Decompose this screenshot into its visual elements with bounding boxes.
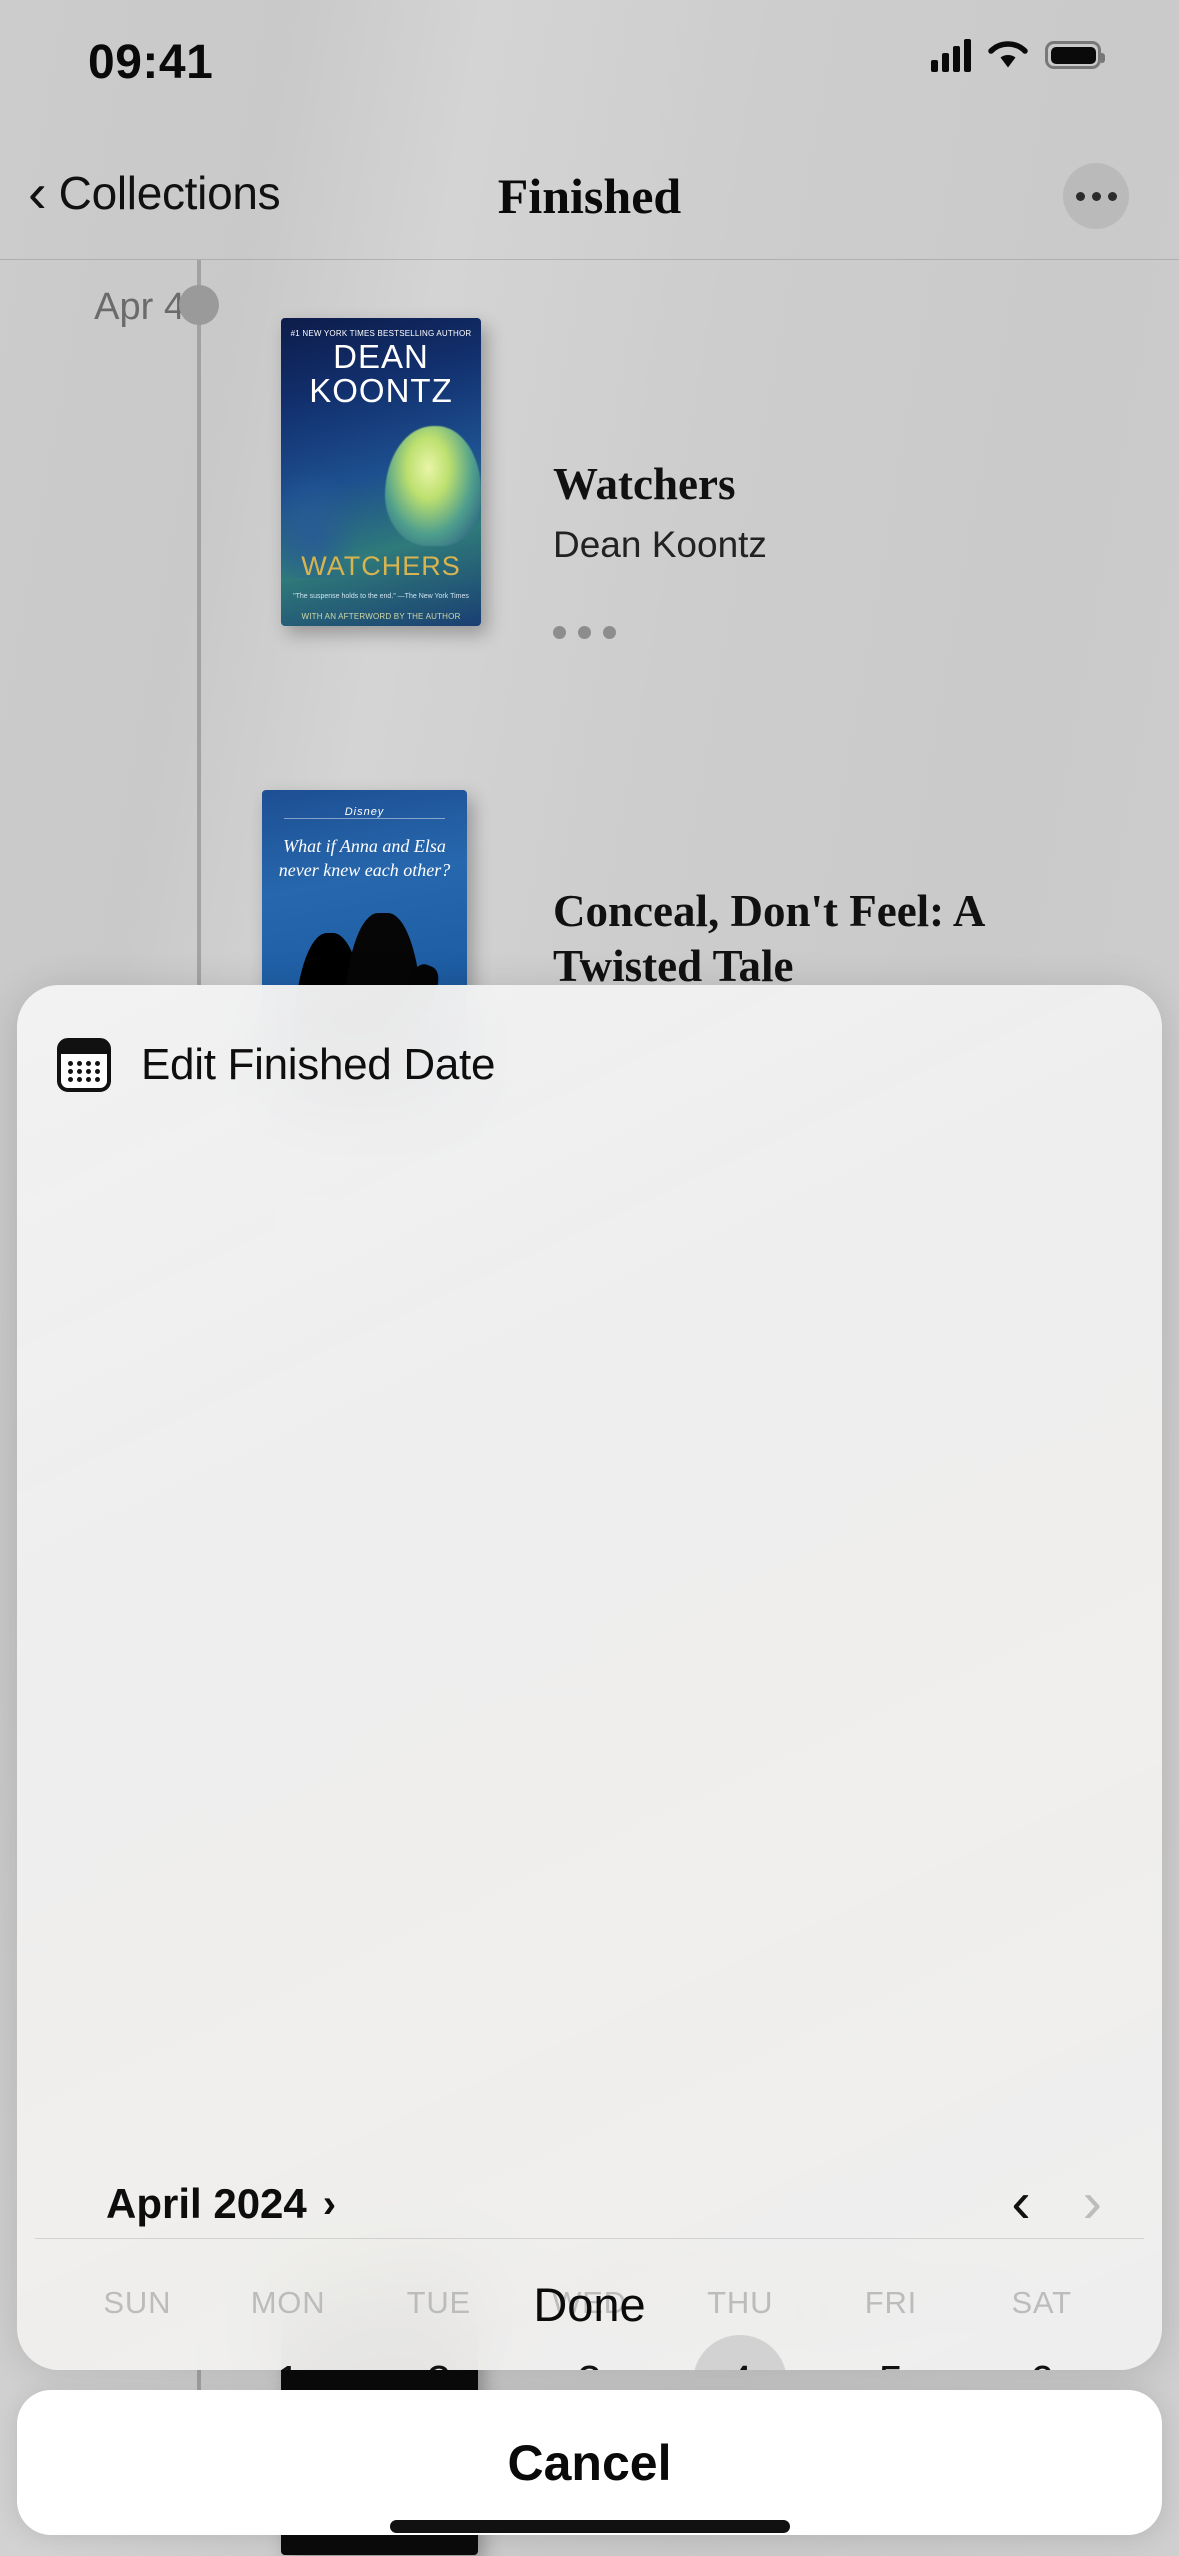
cancel-button[interactable]: Cancel [17,2390,1162,2535]
book-author: Dean Koontz [553,524,767,565]
book-cover-quote: "The suspense holds to the end." —The Ne… [293,593,469,601]
month-navigation: ‹ › [1011,2174,1102,2232]
book-cover-title: WATCHERS [301,551,461,581]
month-year-button[interactable]: April 2024 › [106,2180,336,2228]
more-options-button[interactable] [1063,163,1129,229]
cellular-signal-icon [931,38,971,72]
book-options-button[interactable] [553,626,616,639]
book-cover-tagline-1: What if Anna and Elsa [283,836,446,856]
navigation-bar: ‹ Collections Finished [0,135,1179,260]
ellipsis-icon-dot [1107,191,1117,201]
sheet-title: Edit Finished Date [141,1040,496,1089]
book-cover-rule [284,818,445,819]
home-indicator [389,2520,790,2533]
calendar-day-label: 4 [728,2357,752,2371]
book-cover-banner: #1 NEW YORK TIMES BESTSELLING AUTHOR [290,329,472,338]
edit-finished-date-sheet: Edit Finished Date April 2024 › ‹ › SUN M… [17,985,1162,2370]
book-cover-author-line2: KOONTZ [309,372,453,409]
ellipsis-icon-dot [603,626,616,639]
book-title: Watchers [553,459,736,509]
calendar-icon [57,1038,111,1092]
status-bar: 09:41 [0,0,1179,135]
book-cover-footer: WITH AN AFTERWORD BY THE AUTHOR [301,612,461,621]
next-month-button: › [1082,2170,1102,2235]
navigation-divider [0,259,1179,260]
book-cover-brand: Disney [344,806,385,818]
timeline-date: Apr 4 [94,286,185,328]
ellipsis-icon-dot [1075,191,1085,201]
book-title: Conceal, Don't Feel: A Twisted Tale [553,886,983,992]
status-bar-time: 09:41 [88,36,214,89]
done-button[interactable]: Done [17,2239,1162,2370]
book-cover-author-line1: DEAN [333,338,429,375]
ellipsis-icon-dot [1091,191,1101,201]
month-year-label: April 2024 [106,2180,307,2227]
status-bar-indicators [931,38,1105,72]
previous-month-button[interactable]: ‹ [1011,2174,1030,2232]
page-title: Finished [497,168,682,224]
timeline-dot [179,285,219,325]
sheet-header: Edit Finished Date [17,985,1162,1145]
ellipsis-icon-dot [578,626,591,639]
chevron-right-icon: › [322,2181,337,2226]
wifi-icon [988,39,1028,71]
book-cover-art-dog [385,426,481,546]
ellipsis-icon-dot [553,626,566,639]
book-cover-tagline-2: never knew each other? [278,860,451,880]
battery-icon [1045,41,1105,69]
cancel-button-label: Cancel [507,2434,672,2491]
calendar-icon-dots [67,1060,101,1083]
book-cover[interactable]: #1 NEW YORK TIMES BESTSELLING AUTHOR DEA… [281,318,481,626]
